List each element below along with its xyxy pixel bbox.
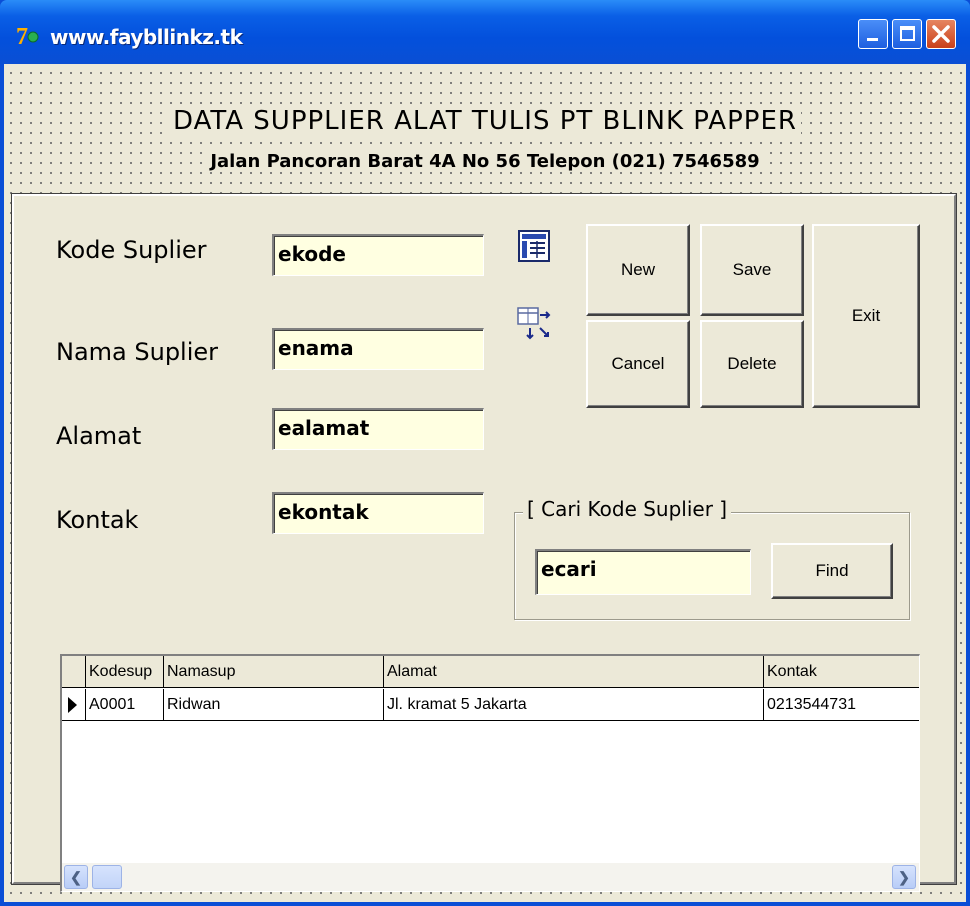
window-title: www.faybllinkz.tk — [50, 25, 243, 49]
scroll-right-icon[interactable]: ❯ — [892, 865, 916, 889]
svg-text:7: 7 — [16, 24, 28, 48]
exit-button[interactable]: Exit — [812, 224, 920, 408]
close-icon — [932, 25, 950, 43]
save-button[interactable]: Save — [700, 224, 804, 316]
nama-suplier-label: Nama Suplier — [56, 338, 219, 366]
grid-header: Kodesup Namasup Alamat Kontak — [62, 656, 919, 688]
column-header-kontak[interactable]: Kontak — [764, 656, 919, 687]
search-group-title: [ Cari Kode Suplier ] — [523, 497, 732, 521]
minimize-button[interactable] — [858, 19, 888, 49]
input-panel: Kode Suplier Nama Suplier Alamat Kontak … — [11, 193, 957, 892]
cell-kodesup[interactable]: A0001 — [86, 689, 164, 720]
search-input[interactable]: ecari — [535, 549, 751, 595]
row-indicator — [62, 689, 86, 720]
cell-kontak[interactable]: 0213544731 — [764, 689, 919, 720]
title-bar[interactable]: 7 www.faybllinkz.tk — [0, 0, 970, 64]
maximize-icon — [900, 26, 915, 41]
app-window: 7 www.faybllinkz.tk DATA SUPPLIER ALAT T… — [0, 0, 970, 906]
delphi-app-icon: 7 — [16, 24, 39, 48]
form-client-area: DATA SUPPLIER ALAT TULIS PT BLINK PAPPER… — [4, 64, 966, 902]
column-header-namasup[interactable]: Namasup — [164, 656, 384, 687]
column-header-kodesup[interactable]: Kodesup — [86, 656, 164, 687]
table-view-icon[interactable] — [516, 228, 552, 264]
alamat-field[interactable]: ealamat — [272, 408, 484, 450]
current-row-arrow-icon — [68, 697, 77, 713]
cell-alamat[interactable]: Jl. kramat 5 Jakarta — [384, 689, 764, 720]
scroll-thumb[interactable] — [92, 865, 122, 889]
minimize-icon — [867, 38, 878, 41]
cell-namasup[interactable]: Ridwan — [164, 689, 384, 720]
table-transfer-icon[interactable] — [516, 306, 552, 342]
nama-suplier-field[interactable]: enama — [272, 328, 484, 370]
kode-suplier-field[interactable]: ekode — [272, 234, 484, 276]
find-button[interactable]: Find — [771, 543, 893, 599]
horizontal-scrollbar[interactable]: ❮ ❯ — [62, 863, 919, 891]
supplier-grid[interactable]: Kodesup Namasup Alamat Kontak A0001 Ridw… — [60, 654, 920, 892]
scroll-left-icon[interactable]: ❮ — [64, 865, 88, 889]
kontak-label: Kontak — [56, 506, 139, 534]
alamat-label: Alamat — [56, 422, 142, 450]
table-row[interactable]: A0001 Ridwan Jl. kramat 5 Jakarta 021354… — [62, 689, 919, 721]
delete-button[interactable]: Delete — [700, 320, 804, 408]
search-groupbox: [ Cari Kode Suplier ] ecari Find — [514, 497, 910, 620]
grid-corner — [62, 656, 86, 687]
page-subtitle: Jalan Pancoran Barat 4A No 56 Telepon (0… — [4, 151, 966, 172]
column-header-alamat[interactable]: Alamat — [384, 656, 764, 687]
page-title: DATA SUPPLIER ALAT TULIS PT BLINK PAPPER — [4, 106, 966, 136]
kode-suplier-label: Kode Suplier — [56, 236, 207, 264]
kontak-field[interactable]: ekontak — [272, 492, 484, 534]
cancel-button[interactable]: Cancel — [586, 320, 690, 408]
new-button[interactable]: New — [586, 224, 690, 316]
maximize-button[interactable] — [892, 19, 922, 49]
close-button[interactable] — [926, 19, 956, 49]
